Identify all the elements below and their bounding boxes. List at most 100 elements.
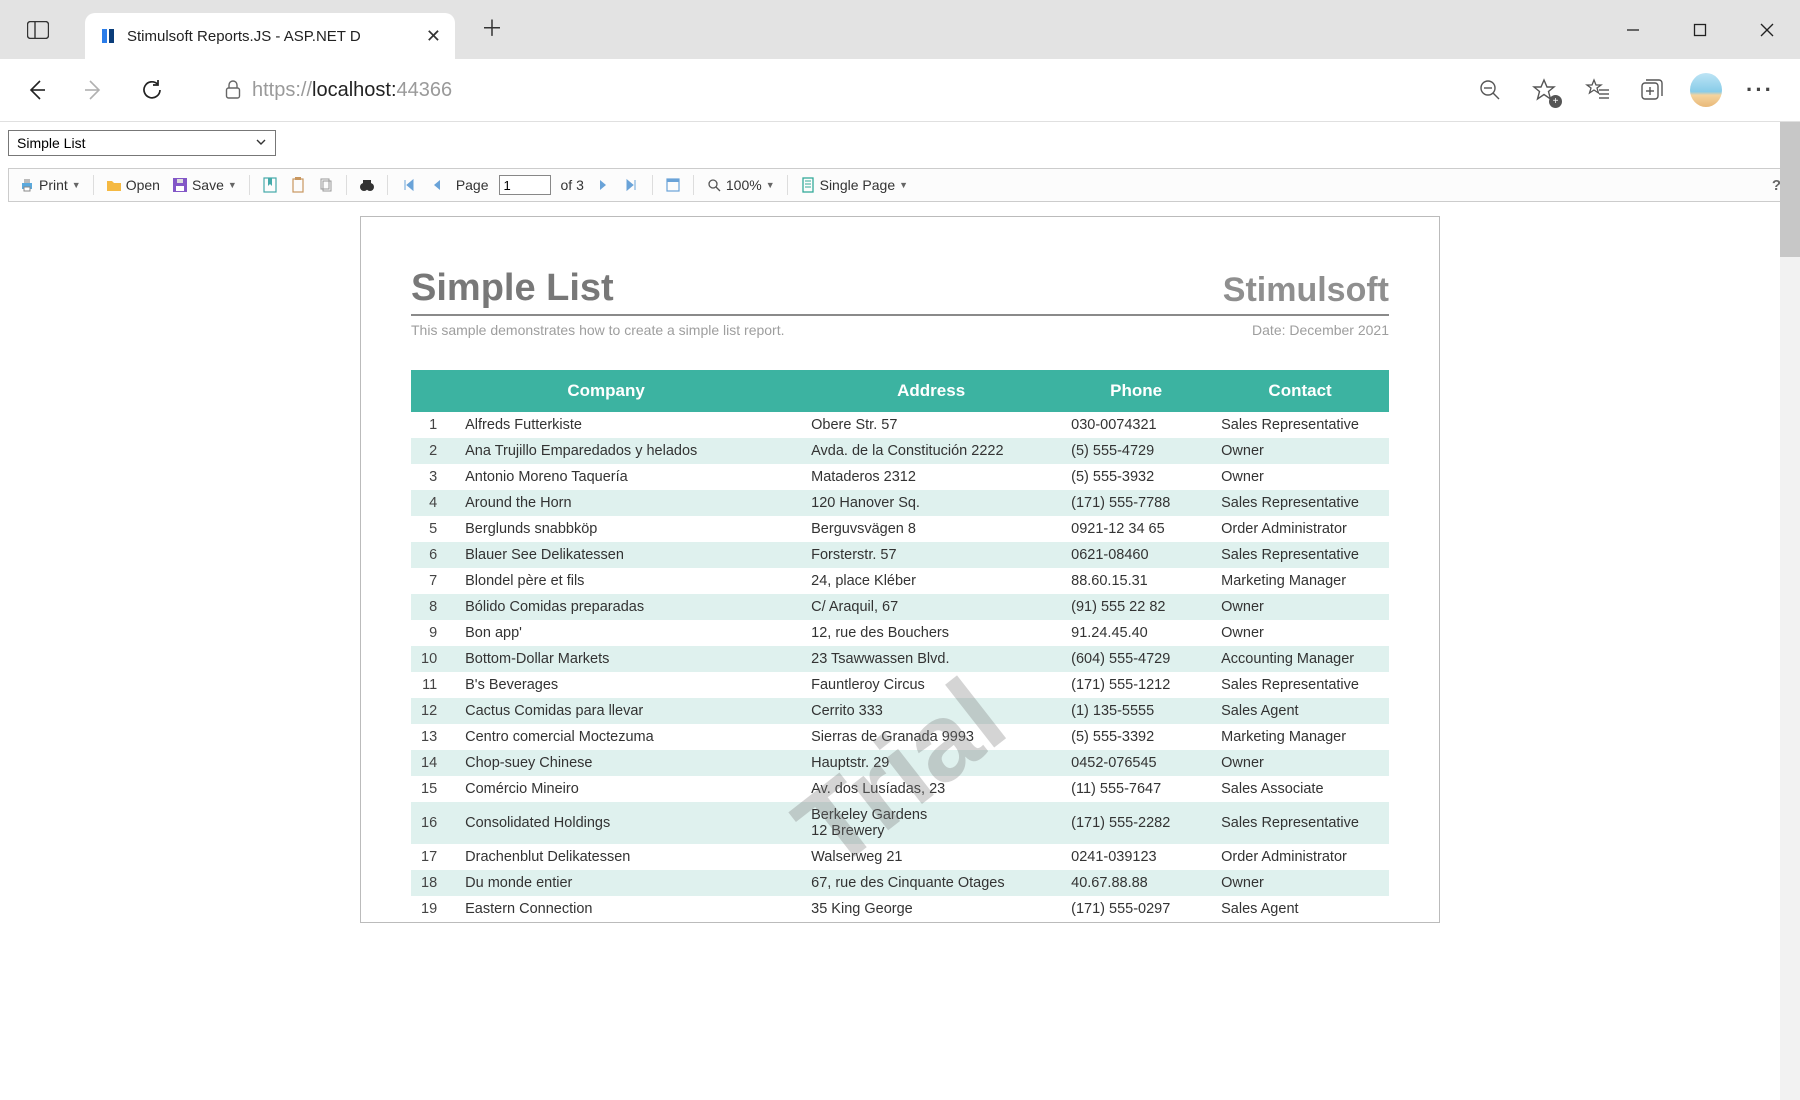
cell-address: 35 King George	[801, 896, 1061, 922]
cell-contact: Sales Agent	[1211, 896, 1389, 922]
cell-index: 1	[411, 412, 451, 438]
zoom-button[interactable]: 100% ▼	[704, 177, 777, 193]
cell-company: Chop-suey Chinese	[451, 750, 801, 776]
page-input[interactable]	[499, 175, 551, 195]
fullscreen-button[interactable]	[663, 177, 683, 193]
cell-index: 12	[411, 698, 451, 724]
zoom-out-icon[interactable]	[1474, 74, 1506, 106]
cell-index: 18	[411, 870, 451, 896]
cell-index: 14	[411, 750, 451, 776]
parameters-button[interactable]	[288, 177, 308, 193]
panel-toggle-button[interactable]	[18, 16, 58, 44]
cell-address: Cerrito 333	[801, 698, 1061, 724]
cell-contact: Sales Representative	[1211, 542, 1389, 568]
cell-address: Mataderos 2312	[801, 464, 1061, 490]
report-select-value: Simple List	[17, 135, 85, 151]
next-page-button[interactable]	[594, 177, 614, 193]
cell-contact: Owner	[1211, 620, 1389, 646]
table-row: 14Chop-suey ChineseHauptstr. 290452-0765…	[411, 750, 1389, 776]
single-page-icon	[800, 177, 816, 193]
cell-phone: (91) 555 22 82	[1061, 594, 1211, 620]
collections-icon[interactable]	[1636, 74, 1668, 106]
cell-address: 24, place Kléber	[801, 568, 1061, 594]
stack-icon	[318, 177, 334, 193]
table-row: 3Antonio Moreno TaqueríaMataderos 2312(5…	[411, 464, 1389, 490]
favorites-list-icon[interactable]	[1582, 74, 1614, 106]
refresh-button[interactable]	[132, 70, 172, 110]
address-bar[interactable]: https://localhost:44366	[210, 69, 1436, 112]
save-button[interactable]: Save ▼	[170, 177, 239, 193]
caret-down-icon: ▼	[228, 180, 237, 190]
bookmarks-button[interactable]	[260, 177, 280, 193]
table-row: 9Bon app'12, rue des Bouchers91.24.45.40…	[411, 620, 1389, 646]
save-icon	[172, 177, 188, 193]
more-button[interactable]: ···	[1744, 74, 1776, 106]
cell-address: Avda. de la Constitución 2222	[801, 438, 1061, 464]
cell-index: 17	[411, 844, 451, 870]
cell-company: Drachenblut Delikatessen	[451, 844, 801, 870]
favorite-add-icon[interactable]: +	[1528, 74, 1560, 106]
resources-button[interactable]	[316, 177, 336, 193]
prev-page-button[interactable]	[426, 177, 446, 193]
cell-company: Blondel père et fils	[451, 568, 801, 594]
forward-button[interactable]	[74, 70, 114, 110]
scroll-thumb[interactable]	[1780, 122, 1800, 257]
cell-index: 19	[411, 896, 451, 922]
report-title: Simple List	[411, 267, 614, 310]
table-row: 13Centro comercial MoctezumaSierras de G…	[411, 724, 1389, 750]
report-table: Company Address Phone Contact 1Alfreds F…	[411, 370, 1389, 922]
cell-phone: (11) 555-7647	[1061, 776, 1211, 802]
cell-phone: 40.67.88.88	[1061, 870, 1211, 896]
caret-down-icon: ▼	[766, 180, 775, 190]
favicon-icon	[99, 27, 117, 45]
cell-company: Eastern Connection	[451, 896, 801, 922]
new-tab-button[interactable]: ＋	[473, 7, 511, 47]
table-row: 19Eastern Connection35 King George(171) …	[411, 896, 1389, 922]
cell-phone: (5) 555-3392	[1061, 724, 1211, 750]
find-button[interactable]	[357, 177, 377, 193]
col-phone: Phone	[1061, 370, 1211, 412]
col-address: Address	[801, 370, 1061, 412]
scrollbar[interactable]	[1780, 122, 1800, 1100]
cell-contact: Sales Representative	[1211, 412, 1389, 438]
cell-index: 7	[411, 568, 451, 594]
cell-phone: (1) 135-5555	[1061, 698, 1211, 724]
url-text[interactable]: https://localhost:44366	[248, 73, 1428, 108]
cell-index: 15	[411, 776, 451, 802]
table-row: 5Berglunds snabbköpBerguvsvägen 80921-12…	[411, 516, 1389, 542]
last-page-button[interactable]	[622, 177, 642, 193]
cell-company: Ana Trujillo Emparedados y helados	[451, 438, 801, 464]
tab-close-button[interactable]: ✕	[426, 26, 441, 47]
table-row: 7Blondel père et fils24, place Kléber88.…	[411, 568, 1389, 594]
first-page-button[interactable]	[398, 177, 418, 193]
open-button[interactable]: Open	[104, 177, 162, 193]
cell-index: 5	[411, 516, 451, 542]
browser-tab[interactable]: Stimulsoft Reports.JS - ASP.NET D ✕	[85, 13, 455, 59]
cell-company: Bon app'	[451, 620, 801, 646]
maximize-button[interactable]	[1666, 0, 1733, 59]
cell-phone: 0621-08460	[1061, 542, 1211, 568]
cell-index: 16	[411, 802, 451, 844]
cell-phone: 0921-12 34 65	[1061, 516, 1211, 542]
cell-company: Comércio Mineiro	[451, 776, 801, 802]
cell-company: Cactus Comidas para llevar	[451, 698, 801, 724]
cell-contact: Marketing Manager	[1211, 724, 1389, 750]
table-row: 11B's BeveragesFauntleroy Circus(171) 55…	[411, 672, 1389, 698]
report-select[interactable]: Simple List	[8, 130, 276, 156]
view-mode-button[interactable]: Single Page ▼	[798, 177, 910, 193]
minimize-button[interactable]	[1599, 0, 1666, 59]
profile-avatar[interactable]	[1690, 74, 1722, 106]
print-button[interactable]: Print ▼	[17, 177, 83, 193]
cell-index: 2	[411, 438, 451, 464]
cell-phone: (171) 555-1212	[1061, 672, 1211, 698]
nav-bar: https://localhost:44366 + ···	[0, 59, 1800, 122]
cell-company: Du monde entier	[451, 870, 801, 896]
close-window-button[interactable]	[1733, 0, 1800, 59]
cell-address: Sierras de Granada 9993	[801, 724, 1061, 750]
site-info-icon[interactable]	[218, 80, 248, 100]
cell-contact: Owner	[1211, 438, 1389, 464]
cell-index: 9	[411, 620, 451, 646]
back-button[interactable]	[16, 70, 56, 110]
cell-index: 3	[411, 464, 451, 490]
binoculars-icon	[359, 177, 375, 193]
